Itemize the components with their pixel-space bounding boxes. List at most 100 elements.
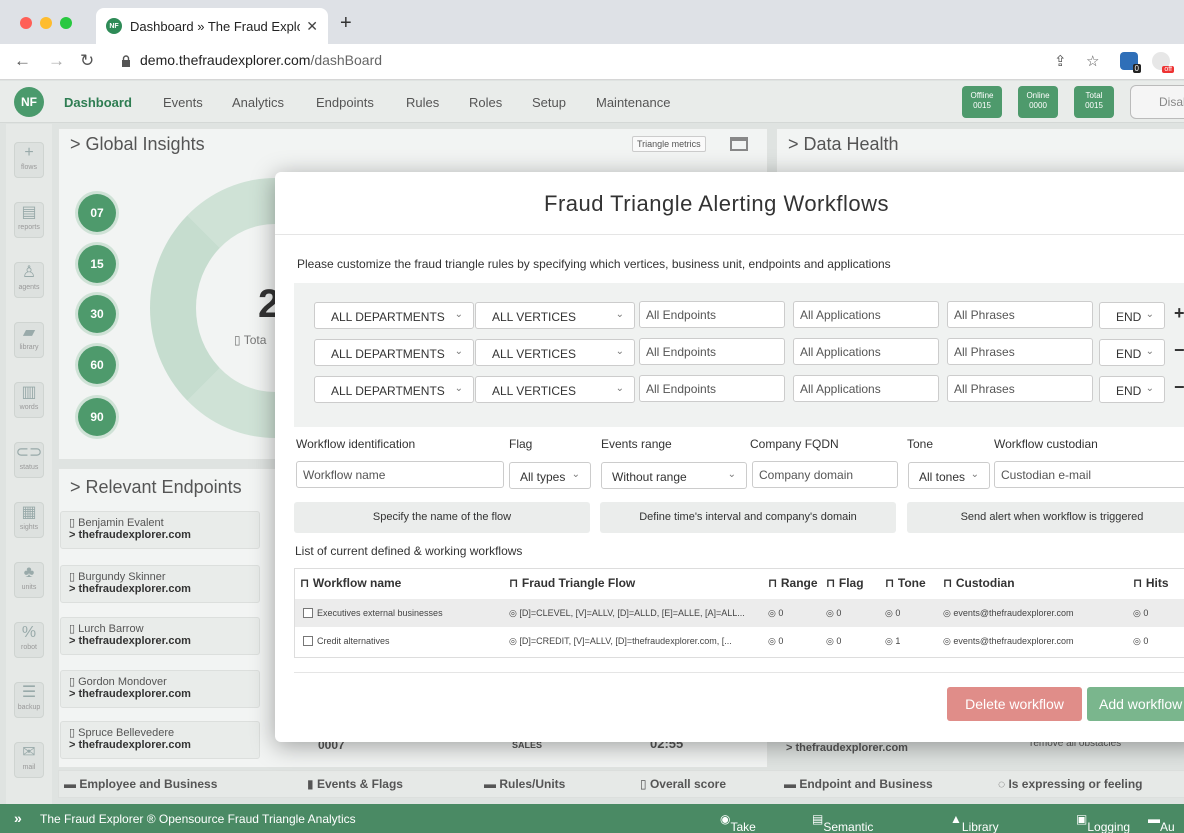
department-select[interactable]: ALL DEPARTMENTS ⌄ — [314, 376, 474, 403]
applications-input[interactable]: All Applications — [793, 301, 939, 328]
vertice-select[interactable]: ALL VERTICES ⌄ — [475, 339, 635, 366]
vertice-select[interactable]: ALL VERTICES ⌄ — [475, 302, 635, 329]
sidebar-item-sights[interactable]: ▦ sights — [14, 502, 44, 538]
insight-circle[interactable]: 90 — [78, 398, 116, 436]
operator-select[interactable]: END ⌄ — [1099, 376, 1165, 403]
sidebar-item-reports[interactable]: ▤ reports — [14, 202, 44, 238]
insight-circle[interactable]: 15 — [78, 245, 116, 283]
flag-select[interactable]: All types ⌄ — [509, 462, 591, 489]
phrases-input[interactable]: All Phrases — [947, 338, 1093, 365]
menu-setup[interactable]: Setup — [532, 95, 566, 110]
endpoint-card[interactable]: ▯ Benjamin Evalent > thefraudexplorer.com — [60, 511, 260, 549]
phrases-input[interactable]: All Phrases — [947, 375, 1093, 402]
menu-analytics[interactable]: Analytics — [232, 95, 284, 110]
extension-password-icon[interactable]: 0 — [1120, 52, 1141, 73]
endpoint-card[interactable]: ▯ Gordon Mondover > thefraudexplorer.com — [60, 670, 260, 708]
insight-circle[interactable]: 07 — [78, 194, 116, 232]
header-hits[interactable]: ⊓ Hits — [1133, 576, 1169, 590]
footer-take-tour[interactable]: ◉ Take Tour — [720, 812, 756, 833]
minimize-window-button[interactable] — [40, 17, 52, 29]
events-range-select[interactable]: Without range ⌄ — [601, 462, 747, 489]
sidebar-item-mail[interactable]: ✉ mail — [14, 742, 44, 778]
endpoints-input[interactable]: All Endpoints — [639, 338, 785, 365]
header-range[interactable]: ⊓ Range — [768, 576, 818, 590]
company-domain-field[interactable]: Company domain — [752, 461, 898, 488]
sidebar-item-status[interactable]: ⊂⊃ status — [14, 442, 44, 478]
workflow-name-field[interactable]: Workflow name — [296, 461, 504, 488]
tab-rules-units[interactable]: ▬ Rules/Units — [484, 777, 565, 803]
browser-tab[interactable]: NF Dashboard » The Fraud Explorer ✕ — [96, 8, 328, 44]
disable-button[interactable]: Disabl — [1130, 85, 1184, 119]
menu-rules[interactable]: Rules — [406, 95, 439, 110]
endpoint-card[interactable]: ▯ Burgundy Skinner > thefraudexplorer.com — [60, 565, 260, 603]
menu-roles[interactable]: Roles — [469, 95, 502, 110]
header-flag[interactable]: ⊓ Flag — [826, 576, 864, 590]
extension-blocker-icon[interactable]: off — [1152, 52, 1174, 73]
tab-overall-score[interactable]: ▯ Overall score — [640, 777, 726, 803]
endpoint-card[interactable]: ▯ Lurch Barrow > thefraudexplorer.com — [60, 617, 260, 655]
header-workflow-name[interactable]: ⊓ Workflow name — [300, 576, 401, 590]
tab-events-flags[interactable]: ▮ Events & Flags — [307, 777, 403, 803]
sidebar-item-words[interactable]: ▥ words — [14, 382, 44, 418]
close-window-button[interactable] — [20, 17, 32, 29]
add-workflow-button[interactable]: Add workflow — [1087, 687, 1184, 721]
remove-rule-button[interactable]: − — [1174, 340, 1184, 361]
sidebar-item-library[interactable]: ▰ library — [14, 322, 44, 358]
sidebar-item-agents[interactable]: ♙ agents — [14, 262, 44, 298]
header-custodian[interactable]: ⊓ Custodian — [943, 576, 1015, 590]
sidebar-item-backup[interactable]: ☰ backup — [14, 682, 44, 718]
applications-input[interactable]: All Applications — [793, 375, 939, 402]
reload-icon[interactable]: ↻ — [80, 51, 94, 71]
header-tone[interactable]: ⊓ Tone — [885, 576, 926, 590]
row-checkbox[interactable] — [303, 608, 313, 618]
footer-semantic-simulator[interactable]: ▤ Semantic Simulator — [812, 812, 873, 833]
app-logo[interactable]: NF — [14, 87, 44, 117]
maximize-window-button[interactable] — [60, 17, 72, 29]
row-checkbox[interactable] — [303, 636, 313, 646]
tab-endpoint-business[interactable]: ▬ Endpoint and Business — [784, 777, 933, 803]
sidebar-item-flows[interactable]: + flows — [14, 142, 44, 178]
phrases-input[interactable]: All Phrases — [947, 301, 1093, 328]
share-icon[interactable]: ⇪ — [1054, 52, 1067, 70]
department-select[interactable]: ALL DEPARTMENTS ⌄ — [314, 339, 474, 366]
sidebar-item-robot[interactable]: % robot — [14, 622, 44, 658]
bookmark-star-icon[interactable]: ☆ — [1086, 52, 1099, 70]
footer-logging[interactable]: ▣ Logging — [1076, 812, 1130, 833]
select-value: ALL VERTICES — [492, 310, 577, 324]
add-rule-button[interactable]: + — [1174, 303, 1184, 324]
insight-circle[interactable]: 30 — [78, 295, 116, 333]
operator-select[interactable]: END ⌄ — [1099, 302, 1165, 329]
tab-expressing-feeling[interactable]: ◌ Is expressing or feeling — [998, 777, 1143, 803]
tone-select[interactable]: All tones ⌄ — [908, 462, 990, 489]
address-bar[interactable]: demo.thefraudexplorer.com/dashBoard — [140, 52, 382, 68]
department-select[interactable]: ALL DEPARTMENTS ⌄ — [314, 302, 474, 329]
double-chevron-icon[interactable]: » — [14, 810, 22, 826]
tab-employee-business[interactable]: ▬ Employee and Business — [64, 777, 217, 803]
menu-maintenance[interactable]: Maintenance — [596, 95, 670, 110]
remove-rule-button[interactable]: − — [1174, 377, 1184, 398]
applications-input[interactable]: All Applications — [793, 338, 939, 365]
window-icon[interactable] — [730, 137, 748, 151]
back-arrow-icon[interactable]: ← — [14, 51, 31, 71]
sidebar-item-units[interactable]: ♣ units — [14, 562, 44, 598]
menu-events[interactable]: Events — [163, 95, 203, 110]
footer-au[interactable]: ▬ Au — [1148, 812, 1175, 833]
forward-arrow-icon[interactable]: → — [48, 51, 65, 71]
close-tab-icon[interactable]: ✕ — [306, 18, 318, 35]
triangle-metrics-button[interactable]: Triangle metrics — [632, 136, 706, 152]
table-row[interactable]: Credit alternatives ◎ [D]=CREDIT, [V]=AL… — [295, 627, 1184, 655]
new-tab-button[interactable]: + — [340, 13, 352, 33]
vertice-select[interactable]: ALL VERTICES ⌄ — [475, 376, 635, 403]
endpoints-input[interactable]: All Endpoints — [639, 301, 785, 328]
custodian-email-field[interactable]: Custodian e-mail — [994, 461, 1184, 488]
operator-select[interactable]: END ⌄ — [1099, 339, 1165, 366]
endpoint-card[interactable]: ▯ Spruce Bellevedere > thefraudexplorer.c… — [60, 721, 260, 759]
endpoints-input[interactable]: All Endpoints — [639, 375, 785, 402]
header-fraud-triangle-flow[interactable]: ⊓ Fraud Triangle Flow — [509, 576, 635, 590]
insight-circle[interactable]: 60 — [78, 346, 116, 384]
menu-dashboard[interactable]: Dashboard — [64, 95, 132, 110]
table-row[interactable]: Executives external businesses ◎ [D]=CLE… — [295, 599, 1184, 627]
delete-workflow-button[interactable]: Delete workflow — [947, 687, 1082, 721]
menu-endpoints[interactable]: Endpoints — [316, 95, 374, 110]
footer-library-license[interactable]: ▲ Library License — [950, 812, 999, 833]
